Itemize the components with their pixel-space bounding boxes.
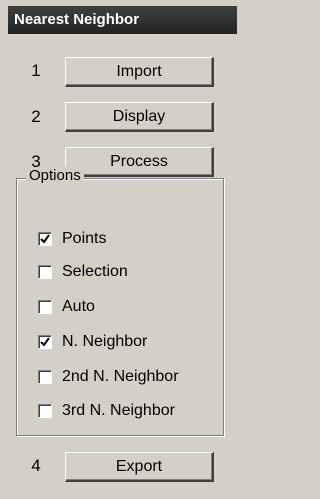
2nd-n-neighbor-checkbox[interactable]	[38, 370, 52, 384]
panel-title: Nearest Neighbor	[8, 6, 237, 34]
export-button[interactable]: Export	[65, 452, 214, 482]
option-auto[interactable]: Auto	[38, 296, 95, 318]
selection-checkbox[interactable]	[38, 265, 52, 279]
auto-label: Auto	[62, 298, 95, 315]
3rd-n-neighbor-label: 3rd N. Neighbor	[62, 402, 175, 419]
option-3rd-n-neighbor[interactable]: 3rd N. Neighbor	[38, 400, 175, 422]
option-selection[interactable]: Selection	[38, 261, 128, 283]
step-number-4: 4	[31, 456, 41, 475]
options-group-label: Options	[26, 167, 84, 184]
n-neighbor-checkbox[interactable]	[38, 335, 52, 349]
step-number-1: 1	[31, 61, 41, 80]
option-n-neighbor[interactable]: N. Neighbor	[38, 331, 147, 353]
checkmark-icon	[40, 234, 50, 244]
auto-checkbox[interactable]	[38, 300, 52, 314]
points-label: Points	[62, 230, 107, 247]
2nd-n-neighbor-label: 2nd N. Neighbor	[62, 368, 179, 385]
import-button[interactable]: Import	[65, 57, 214, 87]
n-neighbor-label: N. Neighbor	[62, 333, 148, 350]
selection-label: Selection	[62, 263, 128, 280]
process-button[interactable]: Process	[65, 147, 214, 177]
option-2nd-n-neighbor[interactable]: 2nd N. Neighbor	[38, 366, 179, 388]
display-button[interactable]: Display	[65, 102, 214, 132]
step-number-2: 2	[31, 107, 41, 126]
option-points[interactable]: Points	[38, 228, 106, 250]
points-checkbox[interactable]	[38, 232, 52, 246]
checkmark-icon	[40, 337, 50, 347]
3rd-n-neighbor-checkbox[interactable]	[38, 404, 52, 418]
